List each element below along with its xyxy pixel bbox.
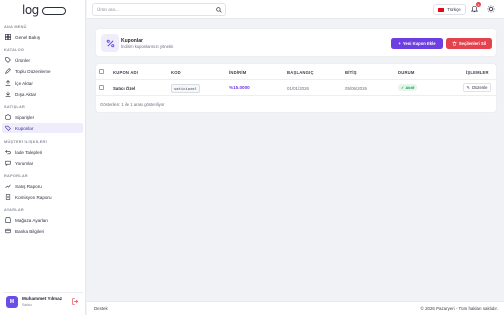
percent-icon — [101, 34, 119, 52]
edit-button[interactable]: ✎ Düzenle — [463, 83, 491, 92]
bank-icon — [5, 228, 11, 234]
trash-icon — [452, 40, 457, 47]
footer: Destek © 2026 Pazaryeri - Tüm hakları sa… — [87, 301, 504, 315]
user-name: Muhammet Yılmaz — [22, 295, 62, 301]
section-title-sales: SATIŞLAR — [4, 105, 26, 109]
column-header-status[interactable]: DURUM — [398, 70, 415, 75]
sidebar-item-coupons[interactable]: Kuponlar — [2, 123, 83, 133]
sidebar-item-label: Satış Raporu — [15, 183, 42, 189]
column-header-actions: İŞLEMLER — [466, 70, 489, 75]
pagination-summary: Gösterilen: 1 ile 1 arası gösteriliyor — [100, 102, 165, 107]
coupon-name: Satıcı Özel — [113, 86, 136, 91]
column-header-start[interactable]: BAŞLANGIÇ — [287, 70, 314, 75]
download-icon — [5, 91, 11, 97]
search-icon[interactable] — [216, 7, 222, 13]
sidebar-item-label: Genel Bakış — [15, 34, 41, 40]
sidebar-item-bank-info[interactable]: Banka Bilgileri — [2, 226, 83, 236]
divider — [96, 95, 496, 96]
edit-icon: ✎ — [466, 85, 471, 90]
language-selector[interactable]: Türkçe — [433, 4, 466, 15]
section-title-settings: AYARLAR — [4, 208, 24, 212]
grid-icon — [5, 34, 11, 40]
sidebar-item-orders[interactable]: Siparişler — [2, 112, 83, 122]
section-title-customer: MÜŞTERİ İLİŞKİLERİ — [4, 140, 47, 144]
coupon-discount: %15.0000 — [229, 85, 250, 90]
search-input[interactable]: Ürün ara... — [92, 3, 226, 16]
notification-badge: 0 — [476, 2, 481, 7]
divider — [96, 79, 496, 80]
sidebar-item-overview[interactable]: Genel Bakış — [2, 32, 83, 42]
sidebar-item-label: Kuponlar — [15, 125, 34, 131]
logo-text: log — [22, 3, 39, 17]
tag-icon — [5, 57, 11, 63]
copyright: © 2026 Pazaryeri - Tüm hakları saklıdır. — [420, 306, 498, 311]
sidebar-item-label: Dışa Aktar — [15, 91, 37, 97]
sidebar-item-sales-report[interactable]: Satış Raporu — [2, 181, 83, 191]
sidebar-item-label: Siparişler — [15, 114, 35, 120]
return-icon — [5, 149, 11, 155]
coupon-start-date: 01/01/2026 — [287, 86, 309, 91]
sidebar-item-commission-report[interactable]: Komisyon Raporu — [2, 192, 83, 202]
report-icon — [5, 194, 11, 200]
upload-icon — [5, 80, 11, 86]
box-icon — [5, 114, 11, 120]
column-header-end[interactable]: BİTİŞ — [345, 70, 357, 75]
section-title-catalog: KATALOG — [4, 48, 25, 52]
column-header-discount[interactable]: İNDİRİM — [229, 70, 246, 75]
sidebar-item-import[interactable]: İçe Aktar — [2, 78, 83, 88]
add-coupon-button[interactable]: + Yeni Kupon Ekle — [391, 38, 443, 49]
sidebar-item-reviews[interactable]: Yorumlar — [2, 158, 83, 168]
user-role: Satıcı — [22, 302, 32, 307]
search-placeholder: Ürün ara... — [97, 7, 119, 12]
logout-icon[interactable] — [72, 298, 79, 305]
logo-pill-shape — [42, 7, 66, 15]
coupons-table: KUPON ADI KOD İNDİRİM BAŞLANGIÇ BİTİŞ DU… — [95, 63, 497, 113]
delete-selected-label: Seçilenleri Sil — [458, 41, 487, 46]
sidebar-item-label: İade Talepleri — [15, 149, 43, 155]
sidebar-item-label: Yorumlar — [15, 160, 34, 166]
column-header-name[interactable]: KUPON ADI — [113, 70, 138, 75]
sidebar-item-store-settings[interactable]: Mağaza Ayarları — [2, 215, 83, 225]
page-subtitle: İndirim kuponlarınızı yönetin — [121, 44, 174, 49]
sidebar-item-bulk-edit[interactable]: Toplu Düzenleme — [2, 66, 83, 76]
edit-icon — [5, 68, 11, 74]
sidebar-item-label: İçe Aktar — [15, 80, 33, 86]
edit-label: Düzenle — [472, 85, 488, 90]
coupon-end-date: 05/06/2026 — [345, 86, 367, 91]
avatar: M — [6, 295, 18, 308]
row-checkbox[interactable] — [99, 85, 104, 90]
store-icon — [5, 217, 11, 223]
status-label: Aktif — [405, 85, 415, 90]
ticket-icon — [5, 125, 11, 131]
coupon-code: saticiozel — [171, 84, 200, 93]
flag-icon — [438, 7, 445, 12]
status-badge: ✓ Aktif — [398, 84, 418, 91]
sidebar-item-label: Toplu Düzenleme — [15, 68, 51, 74]
sidebar-item-label: Mağaza Ayarları — [15, 217, 49, 223]
column-header-code[interactable]: KOD — [171, 70, 181, 75]
section-title-reports: RAPORLAR — [4, 174, 28, 178]
trend-icon — [5, 183, 11, 189]
sidebar-item-label: Ürünler — [15, 57, 31, 63]
user-info: Muhammet Yılmaz Satıcı — [22, 296, 62, 308]
sidebar-item-label: Komisyon Raporu — [15, 194, 52, 200]
section-title-main: ANA MENÜ — [4, 25, 27, 29]
sidebar-item-returns[interactable]: İade Talepleri — [2, 147, 83, 157]
sidebar: log ANA MENÜ Genel Bakış KATALOG Ürünler… — [0, 0, 86, 315]
topbar: Ürün ara... Türkçe 0 — [87, 0, 504, 19]
sidebar-item-label: Banka Bilgileri — [15, 228, 45, 234]
user-profile[interactable]: M Muhammet Yılmaz Satıcı — [3, 292, 83, 310]
sidebar-item-export[interactable]: Dışa Aktar — [2, 89, 83, 99]
comment-icon — [5, 160, 11, 166]
plus-icon: + — [398, 41, 401, 46]
page-header-card: Kuponlar İndirim kuponlarınızı yönetin +… — [95, 28, 497, 57]
delete-selected-button[interactable]: Seçilenleri Sil — [446, 38, 492, 49]
logo[interactable]: log — [22, 3, 66, 17]
add-coupon-label: Yeni Kupon Ekle — [402, 41, 436, 46]
sun-icon[interactable] — [487, 5, 495, 13]
select-all-checkbox[interactable] — [99, 69, 104, 74]
language-label: Türkçe — [447, 7, 461, 12]
support-link[interactable]: Destek — [94, 306, 108, 311]
sidebar-item-products[interactable]: Ürünler — [2, 55, 83, 65]
